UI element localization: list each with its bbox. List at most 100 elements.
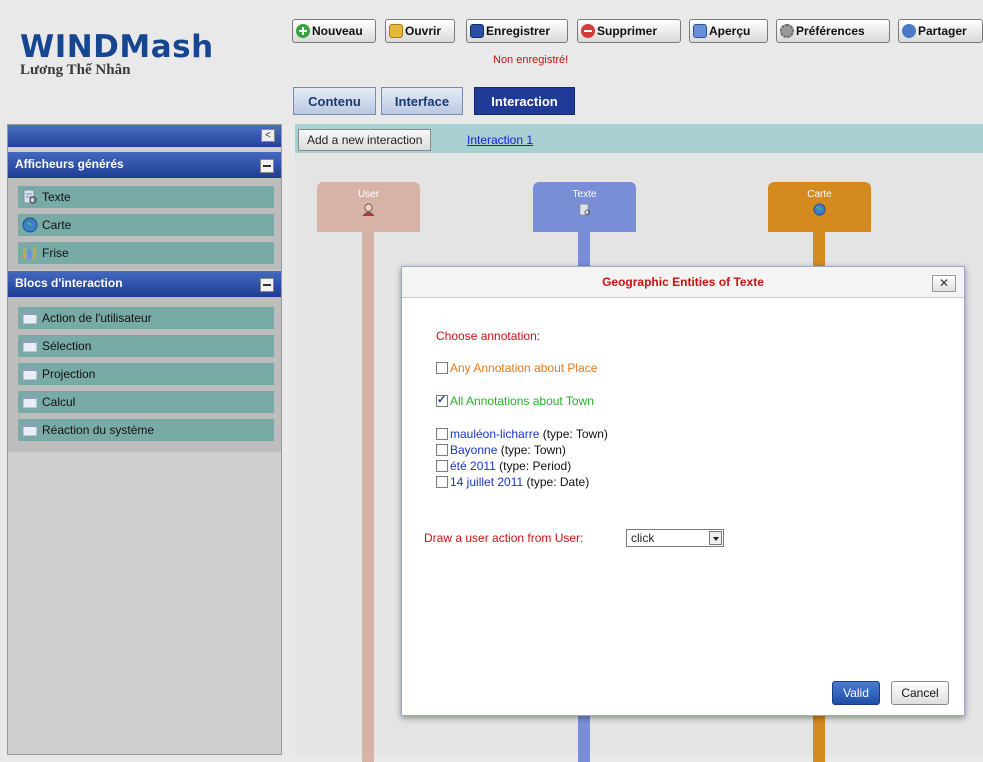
save-button[interactable]: Enregistrer <box>466 19 568 43</box>
preview-icon <box>693 24 707 38</box>
sidebar-item-user-action[interactable]: Action de l'utilisateur <box>18 307 274 329</box>
text-doc-icon <box>579 203 591 216</box>
prefs-label: Préférences <box>796 24 865 38</box>
any-place-option[interactable]: Any Annotation about Place <box>436 361 597 375</box>
tab-interaction[interactable]: Interaction <box>474 87 575 115</box>
entity-name: mauléon-licharre <box>450 427 540 441</box>
user-icon <box>362 203 375 216</box>
folder-icon <box>389 24 403 38</box>
block-icon <box>22 339 38 353</box>
lane-header[interactable]: Carte <box>768 182 871 232</box>
valid-button[interactable]: Valid <box>832 681 880 705</box>
chevron-down-icon[interactable] <box>709 531 722 545</box>
section-body-displays: Texte Carte Frise <box>8 178 281 270</box>
entity-checkbox[interactable] <box>436 428 448 440</box>
sidebar-item-label: Réaction du système <box>42 423 155 437</box>
lane-label: Carte <box>807 189 832 200</box>
cancel-button[interactable]: Cancel <box>891 681 949 705</box>
all-town-option[interactable]: All Annotations about Town <box>436 393 594 408</box>
section-title: Afficheurs générés <box>15 157 124 171</box>
sidebar-item-label: Projection <box>42 367 96 381</box>
save-label: Enregistrer <box>486 24 551 38</box>
add-interaction-button[interactable]: Add a new interaction <box>298 129 432 151</box>
block-icon <box>22 311 38 325</box>
section-header-displays[interactable]: Afficheurs générés <box>8 152 281 178</box>
open-button[interactable]: Ouvrir <box>385 19 455 43</box>
entity-name: Bayonne <box>450 443 498 457</box>
sidebar-item-calcul[interactable]: Calcul <box>18 391 274 413</box>
new-button[interactable]: Nouveau <box>292 19 376 43</box>
entity-type: (type: Period) <box>499 459 572 473</box>
sidebar-item-label: Calcul <box>42 395 76 409</box>
sidebar-item-label: Sélection <box>42 339 92 353</box>
sidebar-item-projection[interactable]: Projection <box>18 363 274 385</box>
sidebar-item-carte[interactable]: Carte <box>18 214 274 236</box>
collapse-sidebar-button[interactable]: < <box>261 129 275 142</box>
sidebar-item-system-reaction[interactable]: Réaction du système <box>18 419 274 441</box>
share-button[interactable]: Partager <box>898 19 983 43</box>
entity-row[interactable]: été 2011 (type: Period) <box>436 459 571 473</box>
new-label: Nouveau <box>312 24 363 38</box>
sidebar-topbar: < <box>8 125 281 147</box>
delete-icon <box>581 24 595 38</box>
dialog-title: Geographic Entities of Texte <box>402 267 964 298</box>
globe-icon <box>813 203 826 216</box>
user-action-select[interactable]: click <box>626 529 724 547</box>
delete-button[interactable]: Supprimer <box>577 19 681 43</box>
all-town-checkbox[interactable] <box>436 393 448 407</box>
entity-type: (type: Town) <box>500 443 566 457</box>
preview-button[interactable]: Aperçu <box>689 19 768 43</box>
sidebar-item-selection[interactable]: Sélection <box>18 335 274 357</box>
save-status: Non enregistré! <box>493 54 569 66</box>
section-title: Blocs d'interaction <box>15 276 123 290</box>
preferences-button[interactable]: Préférences <box>776 19 890 43</box>
close-icon[interactable]: ✕ <box>932 275 956 292</box>
section-header-interaction-blocks[interactable]: Blocs d'interaction <box>8 271 281 297</box>
timeline-icon <box>23 247 36 259</box>
lane-label: User <box>357 189 380 200</box>
collapse-section-icon[interactable] <box>260 159 274 173</box>
entity-checkbox[interactable] <box>436 476 448 488</box>
entity-row[interactable]: mauléon-licharre (type: Town) <box>436 427 608 441</box>
delete-label: Supprimer <box>597 24 658 38</box>
lane-header[interactable]: Texte <box>533 182 636 232</box>
entity-name: 14 juillet 2011 <box>450 475 524 489</box>
entity-name: été 2011 <box>450 459 496 473</box>
sidebar-item-texte[interactable]: Texte <box>18 186 274 208</box>
sidebar-item-frise[interactable]: Frise <box>18 242 274 264</box>
new-icon <box>296 24 310 38</box>
collapse-section-icon[interactable] <box>260 278 274 292</box>
app-brand: WINDMash Lương Thế Nhân <box>20 30 214 79</box>
app-title: WINDMash <box>20 29 214 65</box>
lane-header[interactable]: User <box>317 182 420 232</box>
tab-contenu[interactable]: Contenu <box>293 87 376 115</box>
geographic-entities-dialog: Geographic Entities of Texte ✕ Choose an… <box>401 266 965 716</box>
entity-row[interactable]: 14 juillet 2011 (type: Date) <box>436 475 589 489</box>
lane-lifeline <box>362 232 374 762</box>
lane-label: Texte <box>572 189 597 200</box>
sidebar: < Afficheurs générés Texte Carte Frise B… <box>7 124 282 755</box>
any-place-label: Any Annotation about Place <box>450 361 598 375</box>
text-doc-icon <box>23 189 37 204</box>
draw-action-label: Draw a user action from User: <box>424 531 584 545</box>
section-body-interaction-blocks: Action de l'utilisateur Sélection Projec… <box>8 297 281 452</box>
canvas-toolbar: Add a new interaction Interaction 1 <box>295 124 983 153</box>
share-icon <box>902 24 916 38</box>
block-icon <box>22 395 38 409</box>
all-town-label: All Annotations about Town <box>450 394 594 408</box>
globe-icon <box>22 217 38 233</box>
sidebar-item-label: Carte <box>42 218 72 232</box>
any-place-checkbox[interactable] <box>436 362 448 374</box>
entity-row[interactable]: Bayonne (type: Town) <box>436 443 566 457</box>
block-icon <box>22 423 38 437</box>
user-action-value: click <box>631 531 655 545</box>
choose-annotation-label: Choose annotation: <box>436 329 541 343</box>
tab-interface[interactable]: Interface <box>381 87 463 115</box>
entity-checkbox[interactable] <box>436 444 448 456</box>
entity-type: (type: Date) <box>526 475 590 489</box>
interaction-link[interactable]: Interaction 1 <box>467 133 533 147</box>
open-label: Ouvrir <box>405 24 442 38</box>
entity-checkbox[interactable] <box>436 460 448 472</box>
sidebar-item-label: Action de l'utilisateur <box>42 311 152 325</box>
gear-icon <box>780 24 794 38</box>
